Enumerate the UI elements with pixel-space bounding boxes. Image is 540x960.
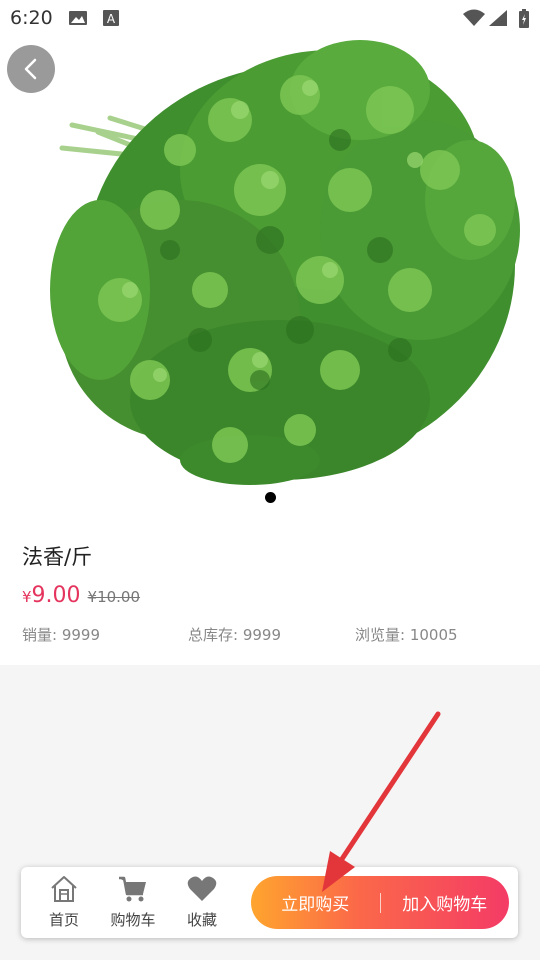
product-image-carousel[interactable] — [0, 0, 540, 515]
bottom-action-bar: 首页 购物车 收藏 立即购买 加入购物车 — [21, 867, 518, 938]
nav-favorite[interactable]: 收藏 — [172, 873, 232, 933]
current-price: 9.00 — [31, 583, 81, 608]
add-to-cart-button[interactable]: 加入购物车 — [381, 876, 510, 929]
chevron-left-icon — [24, 58, 37, 80]
signal-icon — [489, 10, 507, 26]
battery-icon — [519, 9, 529, 28]
purchase-actions: 立即购买 加入购物车 — [251, 876, 509, 929]
status-time: 6:20 — [10, 7, 53, 29]
carousel-indicator-dot — [265, 492, 276, 503]
view-count: 浏览量: 10005 — [355, 626, 458, 644]
product-info-panel: 法香/斤 ¥ 9.00 ¥10.00 销量: 9999 总库存: 9999 浏览… — [0, 515, 540, 665]
nav-home-label: 首页 — [48, 911, 79, 929]
product-title: 法香/斤 — [22, 545, 93, 569]
status-bar: 6:20 A — [0, 0, 540, 36]
shopping-cart-icon — [119, 876, 146, 902]
price-row: ¥ 9.00 ¥10.00 — [22, 583, 140, 608]
wifi-icon — [463, 9, 485, 26]
original-price: ¥10.00 — [87, 588, 141, 606]
price-currency-symbol: ¥ — [22, 588, 32, 606]
nav-favorite-label: 收藏 — [186, 911, 217, 929]
home-icon — [51, 876, 77, 902]
back-button[interactable] — [7, 45, 55, 93]
text-notification-icon: A — [103, 10, 119, 26]
heart-icon — [187, 876, 217, 901]
svg-text:A: A — [107, 12, 116, 26]
nav-cart-label: 购物车 — [110, 911, 156, 929]
product-image — [50, 40, 520, 485]
stock-count: 总库存: 9999 — [188, 626, 281, 644]
gallery-notification-icon — [69, 11, 87, 25]
nav-cart[interactable]: 购物车 — [103, 873, 163, 933]
sales-count: 销量: 9999 — [22, 626, 100, 644]
nav-home[interactable]: 首页 — [34, 873, 94, 933]
buy-now-button[interactable]: 立即购买 — [251, 876, 380, 929]
